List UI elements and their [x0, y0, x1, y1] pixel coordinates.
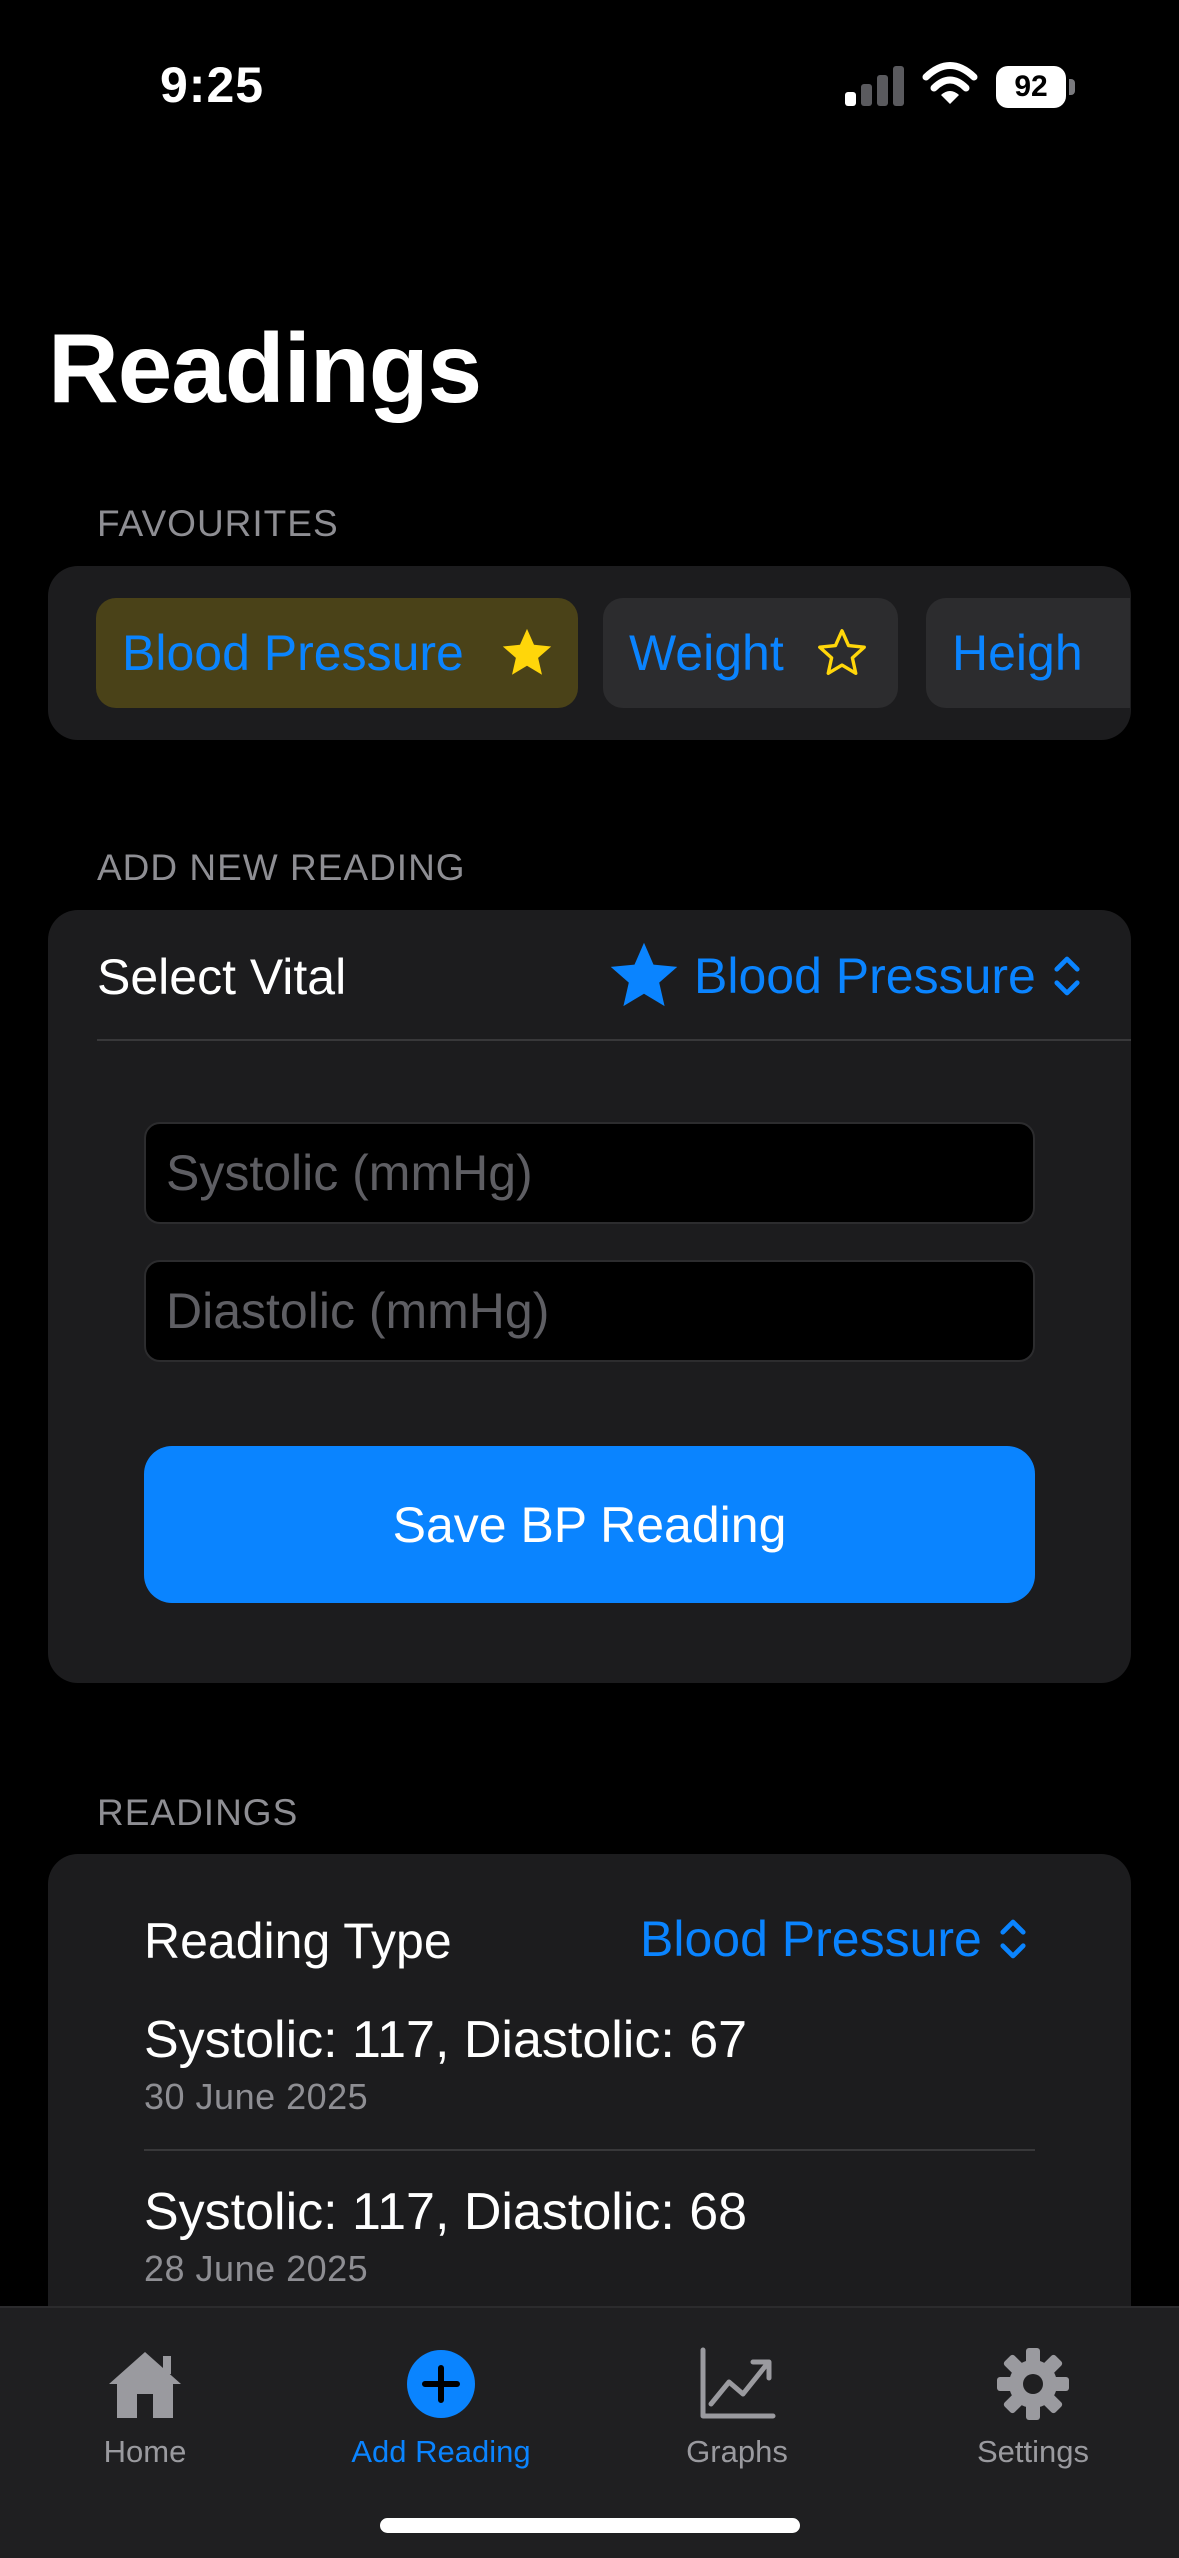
chevron-up-down-icon: [1000, 1919, 1026, 1959]
divider: [97, 1039, 1131, 1041]
plus-circle-icon: [407, 2350, 475, 2418]
star-filled-icon: [610, 942, 678, 1007]
home-indicator[interactable]: [380, 2518, 800, 2533]
select-vital-label: Select Vital: [97, 949, 347, 1005]
page-title: Readings: [48, 313, 482, 423]
favourites-strip[interactable]: Blood Pressure Weight Heigh: [48, 566, 1131, 740]
add-reading-header: ADD NEW READING: [97, 847, 466, 888]
chip-label: Weight: [629, 625, 784, 681]
reading-type-label: Reading Type: [144, 1913, 452, 1969]
systolic-input[interactable]: [144, 1122, 1035, 1224]
save-bp-reading-button[interactable]: Save BP Reading: [144, 1446, 1035, 1603]
tab-label: Settings: [976, 2434, 1089, 2469]
favourite-chip-height[interactable]: Heigh: [926, 598, 1130, 708]
vital-picker[interactable]: Blood Pressure: [606, 938, 1084, 1014]
reading-type-picker[interactable]: Blood Pressure: [640, 1906, 1030, 1972]
reading-value: Systolic: 117, Diastolic: 68: [144, 2183, 748, 2241]
tab-label: Home: [103, 2434, 187, 2469]
reading-type-value: Blood Pressure: [640, 1911, 982, 1967]
favourite-chip-blood-pressure[interactable]: Blood Pressure: [96, 598, 578, 708]
chevron-up-down-icon: [1054, 956, 1080, 996]
reading-item[interactable]: Systolic: 117, Diastolic: 67 30 June 202…: [144, 2010, 747, 2118]
divider: [144, 2149, 1035, 2151]
chip-label: Blood Pressure: [122, 625, 464, 681]
star-filled-icon[interactable]: [498, 624, 556, 682]
selected-vital: Blood Pressure: [694, 948, 1036, 1004]
reading-value: Systolic: 117, Diastolic: 67: [144, 2011, 748, 2069]
reading-item[interactable]: Systolic: 117, Diastolic: 68 28 June 202…: [144, 2182, 747, 2290]
favourite-chip-weight[interactable]: Weight: [603, 598, 898, 708]
chip-label: Heigh: [952, 625, 1083, 681]
house-icon: [109, 2352, 181, 2418]
battery-level: 92: [996, 66, 1066, 108]
favourites-header: FAVOURITES: [97, 503, 339, 544]
star-outline-icon[interactable]: [813, 624, 871, 682]
cellular-signal-icon: [845, 64, 905, 106]
tab-label: Add Reading: [351, 2434, 531, 2469]
battery-icon: 92: [996, 66, 1076, 108]
tab-label: Graphs: [686, 2434, 788, 2469]
chart-line-icon: [700, 2347, 776, 2419]
diastolic-input[interactable]: [144, 1260, 1035, 1362]
gear-icon: [997, 2348, 1069, 2420]
wifi-icon: [922, 62, 978, 104]
readings-header: READINGS: [97, 1792, 299, 1833]
status-time: 9:25: [160, 57, 265, 113]
reading-date: 30 June 2025: [144, 2076, 369, 2117]
reading-date: 28 June 2025: [144, 2248, 369, 2289]
